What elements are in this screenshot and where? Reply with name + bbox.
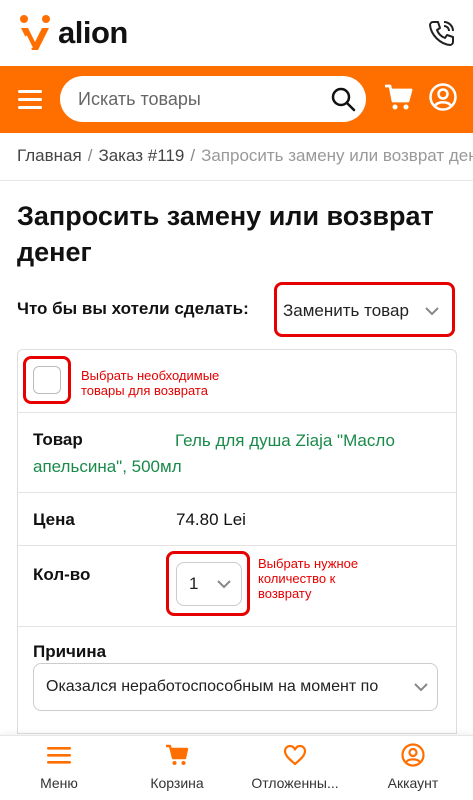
action-select-value: Заменить товар <box>283 301 409 320</box>
reason-value: Оказался неработоспособным на момент по <box>46 678 379 695</box>
breadcrumb-home[interactable]: Главная <box>17 146 82 165</box>
chevron-down-icon <box>425 307 439 316</box>
chevron-down-icon <box>414 683 428 692</box>
row-divider <box>17 412 457 413</box>
action-select[interactable]: Заменить товар <box>283 294 446 328</box>
nav-account-label: Аккаунт <box>387 775 439 791</box>
breadcrumb-separator: / <box>87 146 93 165</box>
reason-select[interactable]: Оказался неработоспособным на момент по <box>33 663 438 711</box>
page-title: Запросить замену или возврат денег <box>17 201 434 267</box>
row-divider <box>17 626 457 627</box>
select-items-annotation: Выбрать необходимые товары для возврата <box>81 368 220 398</box>
nav-wishlist[interactable]: Отложенны... <box>236 736 354 800</box>
row-divider <box>17 545 457 546</box>
nav-menu-label: Меню <box>40 775 78 791</box>
select-item-checkbox[interactable] <box>33 366 61 394</box>
quantity-select[interactable]: 1 <box>176 562 242 606</box>
nav-cart-label: Корзина <box>150 775 204 791</box>
phone-icon[interactable] <box>427 18 457 48</box>
user-icon[interactable] <box>428 82 458 112</box>
qty-label: Кол-во <box>33 565 91 584</box>
price-label: Цена <box>33 510 75 529</box>
chevron-down-icon <box>217 580 231 589</box>
cart-icon <box>166 744 189 765</box>
user-icon <box>401 743 425 767</box>
menu-icon <box>47 747 71 764</box>
search-icon[interactable] <box>330 86 356 112</box>
breadcrumb-current: Запросить замену или возврат денег <box>201 146 473 165</box>
nav-wishlist-label: Отложенны... <box>251 775 339 791</box>
search-box <box>60 76 366 122</box>
nav-cart[interactable]: Корзина <box>118 736 236 800</box>
heart-icon <box>283 744 307 766</box>
menu-icon[interactable] <box>18 90 42 110</box>
breadcrumb-order[interactable]: Заказ #119 <box>98 146 184 165</box>
reason-label: Причина <box>33 642 107 661</box>
row-divider <box>17 492 457 493</box>
logo-text: alion <box>58 15 128 50</box>
nav-account[interactable]: Аккаунт <box>354 736 472 800</box>
divider <box>0 180 473 181</box>
logo[interactable]: alion <box>18 14 128 52</box>
action-label: Что бы вы хотели сделать: <box>17 299 249 318</box>
search-input[interactable] <box>78 76 318 122</box>
quantity-value: 1 <box>189 574 199 593</box>
breadcrumb-separator: / <box>190 146 196 165</box>
cart-icon[interactable] <box>383 82 413 112</box>
breadcrumb: Главная / Заказ #119 / Запросить замену или … <box>17 146 473 166</box>
top-header: alion <box>0 0 473 66</box>
bottom-nav: Меню Корзина Отложенны... Аккаунт <box>0 735 473 800</box>
nav-bar <box>0 66 473 133</box>
select-qty-annotation: Выбрать нужное количество к возврату <box>258 556 359 601</box>
product-name-link[interactable]: Гель для душа Ziaja "Масло апельсина", 5… <box>33 428 443 480</box>
logo-icon <box>20 15 50 50</box>
nav-menu[interactable]: Меню <box>0 736 118 800</box>
price-value: 74.80 Lei <box>176 510 246 529</box>
